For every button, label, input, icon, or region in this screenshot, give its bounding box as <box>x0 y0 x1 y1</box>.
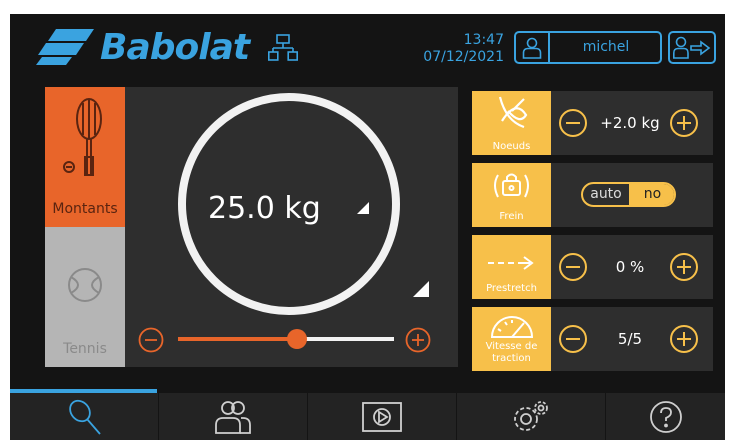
brake-lock-icon <box>494 173 529 198</box>
brand-name: Babolat <box>100 26 250 68</box>
tab-tennis-label: Tennis <box>63 341 107 357</box>
prestretch-arrow-icon <box>488 256 534 270</box>
racket-icon <box>69 399 101 435</box>
knot-icon <box>498 96 528 129</box>
help-icon <box>649 400 682 433</box>
knots-increase-button[interactable] <box>669 108 699 138</box>
date-text: 07/12/2021 <box>423 49 504 65</box>
knots-setting: Noeuds +2.0 kg <box>472 91 713 155</box>
prestretch-icon-tile: Prestretch <box>472 235 551 299</box>
nav-tab-video[interactable] <box>308 393 456 440</box>
nav-tab-stringing[interactable] <box>10 393 158 440</box>
corner-resize-icon[interactable] <box>412 280 430 298</box>
brake-option-auto[interactable]: auto <box>583 184 629 205</box>
stringing-machine-screen: Babolat 13:47 07/12/2021 michel Montants… <box>10 14 725 440</box>
tennis-ball-icon <box>68 268 102 302</box>
prestretch-value: 0 % <box>615 258 645 276</box>
nav-tab-settings[interactable] <box>457 393 605 440</box>
tension-dropdown-icon[interactable] <box>355 200 371 216</box>
brake-setting: Frein auto no <box>472 163 713 227</box>
knots-value: +2.0 kg <box>600 114 660 132</box>
tension-slider[interactable] <box>178 329 394 349</box>
play-icon <box>362 401 402 432</box>
speed-setting: Vitesse de traction 5/5 <box>472 307 713 371</box>
speed-label-line1: Vitesse de <box>485 341 538 352</box>
bottom-nav <box>10 389 725 440</box>
tension-slider-fill <box>178 337 297 341</box>
nav-tab-users[interactable] <box>159 393 307 440</box>
brake-label: Frein <box>499 211 524 222</box>
brake-option-no[interactable]: no <box>629 184 674 205</box>
speed-value: 5/5 <box>617 330 643 348</box>
knots-icon-tile: Noeuds <box>472 91 551 155</box>
knots-label: Noeuds <box>492 141 531 152</box>
prestretch-label: Prestretch <box>486 283 537 294</box>
tension-panel: Montants Tennis 25.0 kg <box>45 87 458 367</box>
tension-slider-handle[interactable] <box>286 329 307 349</box>
settings-gears-icon <box>514 400 548 431</box>
speed-increase-button[interactable] <box>669 324 699 354</box>
time-text: 13:47 <box>463 32 504 48</box>
prestretch-decrease-button[interactable] <box>558 252 588 282</box>
logout-button[interactable] <box>668 31 716 64</box>
logout-icon <box>673 36 711 59</box>
user-selector[interactable]: michel <box>514 31 662 64</box>
user-name: michel <box>582 39 630 55</box>
tab-tennis[interactable]: Tennis <box>45 227 125 367</box>
speed-decrease-button[interactable] <box>558 324 588 354</box>
date-time: 13:47 07/12/2021 <box>400 32 504 66</box>
nav-tab-help[interactable] <box>606 393 725 440</box>
knots-decrease-button[interactable] <box>558 108 588 138</box>
tension-increase-button[interactable] <box>405 327 431 353</box>
users-icon <box>215 400 251 434</box>
network-icon <box>268 34 298 61</box>
speed-icon-tile: Vitesse de traction <box>472 307 551 371</box>
tension-value: 25.0 kg <box>208 191 321 226</box>
speedometer-icon <box>490 316 534 338</box>
brake-toggle[interactable]: auto no <box>581 182 676 207</box>
brake-icon-tile: Frein <box>472 163 551 227</box>
tension-decrease-button[interactable] <box>138 327 164 353</box>
racket-strings-icon <box>63 98 102 176</box>
babolat-logo: Babolat <box>36 24 250 70</box>
tab-montants[interactable]: Montants <box>45 87 125 227</box>
tab-montants-label: Montants <box>52 201 118 217</box>
user-icon <box>516 33 550 62</box>
prestretch-increase-button[interactable] <box>669 252 699 282</box>
prestretch-setting: Prestretch 0 % <box>472 235 713 299</box>
speed-label-line2: traction <box>492 353 531 364</box>
babolat-logo-mark-icon <box>36 29 94 65</box>
